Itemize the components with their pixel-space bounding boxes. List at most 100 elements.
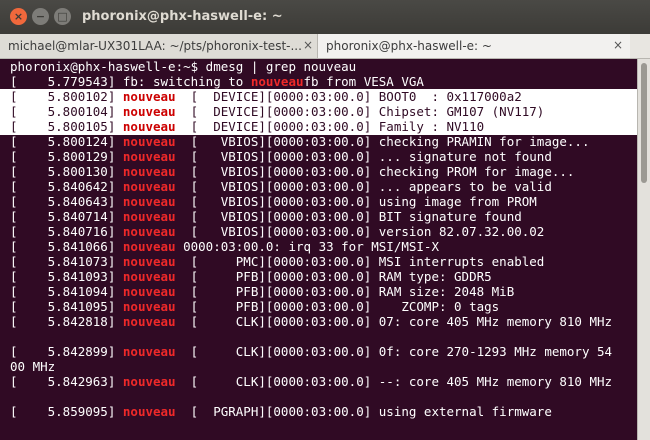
minimize-icon: − <box>35 10 46 23</box>
match-highlight: nouveau <box>122 209 176 224</box>
terminal-line: [ 5.841093] nouveau [ PFB][0000:03:00.0]… <box>10 269 492 284</box>
line-prefix: [ 5.840716] <box>10 224 123 239</box>
line-prefix: [ 5.841093] <box>10 269 123 284</box>
line-message: [ DEVICE][0000:03:00.0] BOOT0 : 0x117000… <box>175 89 522 104</box>
line-prefix: 00 MHz <box>10 359 56 374</box>
terminal-line: [ 5.800130] nouveau [ VBIOS][0000:03:00.… <box>10 164 574 179</box>
match-highlight: nouveau <box>122 179 176 194</box>
line-message: [ VBIOS][0000:03:00.0] ... appears to be… <box>175 179 552 194</box>
line-message: [ VBIOS][0000:03:00.0] using image from … <box>175 194 537 209</box>
line-prefix: [ 5.841094] <box>10 284 123 299</box>
line-message: [ CLK][0000:03:00.0] 07: core 405 MHz me… <box>175 314 613 329</box>
line-prefix: [ 5.841095] <box>10 299 123 314</box>
line-prefix: [ 5.859095] <box>10 404 123 419</box>
line-prefix: [ 5.840642] <box>10 179 123 194</box>
terminal-line: [ 5.840716] nouveau [ VBIOS][0000:03:00.… <box>10 224 544 239</box>
terminal-line: [ 5.841073] nouveau [ PMC][0000:03:00.0]… <box>10 254 544 269</box>
close-tab-icon[interactable]: × <box>303 38 313 52</box>
line-prefix: [ 5.800129] <box>10 149 123 164</box>
line-prefix: [ 5.841066] <box>10 239 123 254</box>
line-message: [ PFB][0000:03:00.0] RAM type: GDDR5 <box>175 269 492 284</box>
match-highlight: nouveau <box>122 119 176 134</box>
match-highlight: nouveau <box>122 299 176 314</box>
title-bar[interactable]: × − □ phoronix@phx-haswell-e: ~ <box>0 0 650 34</box>
line-message: [ CLK][0000:03:00.0] --: core 405 MHz me… <box>175 374 613 389</box>
terminal-line: 00 MHz <box>10 359 55 374</box>
match-highlight: nouveau <box>122 284 176 299</box>
line-prefix: [ 5.840643] <box>10 194 123 209</box>
line-message: [ PMC][0000:03:00.0] MSI interrupts enab… <box>175 254 545 269</box>
match-highlight: nouveau <box>122 164 176 179</box>
line-prefix: [ 5.800130] <box>10 164 123 179</box>
tab-michael-ux301laa[interactable]: michael@mlar-UX301LAA: ~/pts/phoronix-te… <box>0 34 318 58</box>
terminal-output[interactable]: phoronix@phx-haswell-e:~$ dmesg | grep n… <box>0 59 637 440</box>
match-highlight: nouveau <box>250 74 304 89</box>
line-prefix: [ 5.800124] <box>10 134 123 149</box>
line-message: fb from VESA VGA <box>303 74 424 89</box>
line-message: [ VBIOS][0000:03:00.0] checking PROM for… <box>175 164 575 179</box>
match-highlight: nouveau <box>122 254 176 269</box>
window-title: phoronix@phx-haswell-e: ~ <box>82 9 283 24</box>
maximize-icon: □ <box>57 10 68 23</box>
match-highlight: nouveau <box>122 134 176 149</box>
line-prefix: [ 5.842899] <box>10 344 123 359</box>
match-highlight: nouveau <box>122 194 176 209</box>
terminal-line: [ 5.779543] fb: switching to nouveaufb f… <box>10 74 424 89</box>
terminal-line: [ 5.800124] nouveau [ VBIOS][0000:03:00.… <box>10 134 590 149</box>
line-prefix: [ 5.779543] fb: switching to <box>10 74 251 89</box>
minimize-window-button[interactable]: − <box>32 8 49 25</box>
line-message: [ VBIOS][0000:03:00.0] BIT signature fou… <box>175 209 522 224</box>
match-highlight: nouveau <box>122 89 176 104</box>
terminal-line: [ 5.840643] nouveau [ VBIOS][0000:03:00.… <box>10 194 537 209</box>
line-message: 0000:03:00.0: irq 33 for MSI/MSI-X <box>175 239 439 254</box>
terminal-line: [ 5.800105] nouveau [ DEVICE][0000:03:00… <box>10 119 484 134</box>
line-message: [ VBIOS][0000:03:00.0] version 82.07.32.… <box>175 224 545 239</box>
line-prefix: [ 5.842818] <box>10 314 123 329</box>
maximize-window-button[interactable]: □ <box>54 8 71 25</box>
line-message: [ PFB][0000:03:00.0] ZCOMP: 0 tags <box>175 299 500 314</box>
line-prefix: [ 5.800102] <box>10 89 123 104</box>
line-message: [ DEVICE][0000:03:00.0] Chipset: GM107 (… <box>175 104 545 119</box>
terminal-line: [ 5.841066] nouveau 0000:03:00.0: irq 33… <box>10 239 439 254</box>
match-highlight: nouveau <box>122 314 176 329</box>
line-prefix: [ 5.800105] <box>10 119 123 134</box>
match-highlight: nouveau <box>122 104 176 119</box>
terminal-line: [ 5.840714] nouveau [ VBIOS][0000:03:00.… <box>10 209 522 224</box>
line-message: [ PFB][0000:03:00.0] RAM size: 2048 MiB <box>175 284 515 299</box>
terminal-line: [ 5.842963] nouveau [ CLK][0000:03:00.0]… <box>10 374 612 389</box>
terminal-line: [ 5.841095] nouveau [ PFB][0000:03:00.0]… <box>10 299 499 314</box>
tab-bar: michael@mlar-UX301LAA: ~/pts/phoronix-te… <box>0 34 650 59</box>
terminal-line: [ 5.859095] nouveau [ PGRAPH][0000:03:00… <box>10 404 552 419</box>
line-message: [ CLK][0000:03:00.0] 0f: core 270-1293 M… <box>175 344 613 359</box>
terminal-line: [ 5.841094] nouveau [ PFB][0000:03:00.0]… <box>10 284 514 299</box>
match-highlight: nouveau <box>122 239 176 254</box>
match-highlight: nouveau <box>122 404 176 419</box>
terminal-line: [ 5.840642] nouveau [ VBIOS][0000:03:00.… <box>10 179 552 194</box>
line-message: [ DEVICE][0000:03:00.0] Family : NV110 <box>175 119 485 134</box>
tab-label: phoronix@phx-haswell-e: ~ <box>326 39 492 53</box>
match-highlight: nouveau <box>122 269 176 284</box>
close-icon: × <box>13 10 24 23</box>
tab-phoronix-haswell-e[interactable]: phoronix@phx-haswell-e: ~ × <box>318 34 630 58</box>
line-prefix: [ 5.800104] <box>10 104 123 119</box>
match-highlight: nouveau <box>122 224 176 239</box>
scrollbar-thumb[interactable] <box>641 63 647 183</box>
terminal-window: × − □ phoronix@phx-haswell-e: ~ michael@… <box>0 0 650 440</box>
prompt-line: phoronix@phx-haswell-e:~$ dmesg | grep n… <box>10 59 357 74</box>
close-tab-icon[interactable]: × <box>613 38 623 52</box>
match-highlight: nouveau <box>122 344 176 359</box>
close-window-button[interactable]: × <box>10 8 27 25</box>
line-prefix: [ 5.841073] <box>10 254 123 269</box>
terminal-line: [ 5.842818] nouveau [ CLK][0000:03:00.0]… <box>10 314 612 329</box>
line-message: [ VBIOS][0000:03:00.0] ... signature not… <box>175 149 552 164</box>
match-highlight: nouveau <box>122 374 176 389</box>
tab-label: michael@mlar-UX301LAA: ~/pts/phoronix-te… <box>8 39 302 53</box>
terminal-line: [ 5.842899] nouveau [ CLK][0000:03:00.0]… <box>10 344 612 359</box>
terminal-line: [ 5.800129] nouveau [ VBIOS][0000:03:00.… <box>10 149 552 164</box>
line-prefix: [ 5.840714] <box>10 209 123 224</box>
terminal-line: [ 5.800104] nouveau [ DEVICE][0000:03:00… <box>10 104 544 119</box>
scrollbar[interactable] <box>637 59 650 440</box>
line-message: [ PGRAPH][0000:03:00.0] using external f… <box>175 404 552 419</box>
match-highlight: nouveau <box>122 149 176 164</box>
terminal-line: [ 5.800102] nouveau [ DEVICE][0000:03:00… <box>10 89 522 104</box>
